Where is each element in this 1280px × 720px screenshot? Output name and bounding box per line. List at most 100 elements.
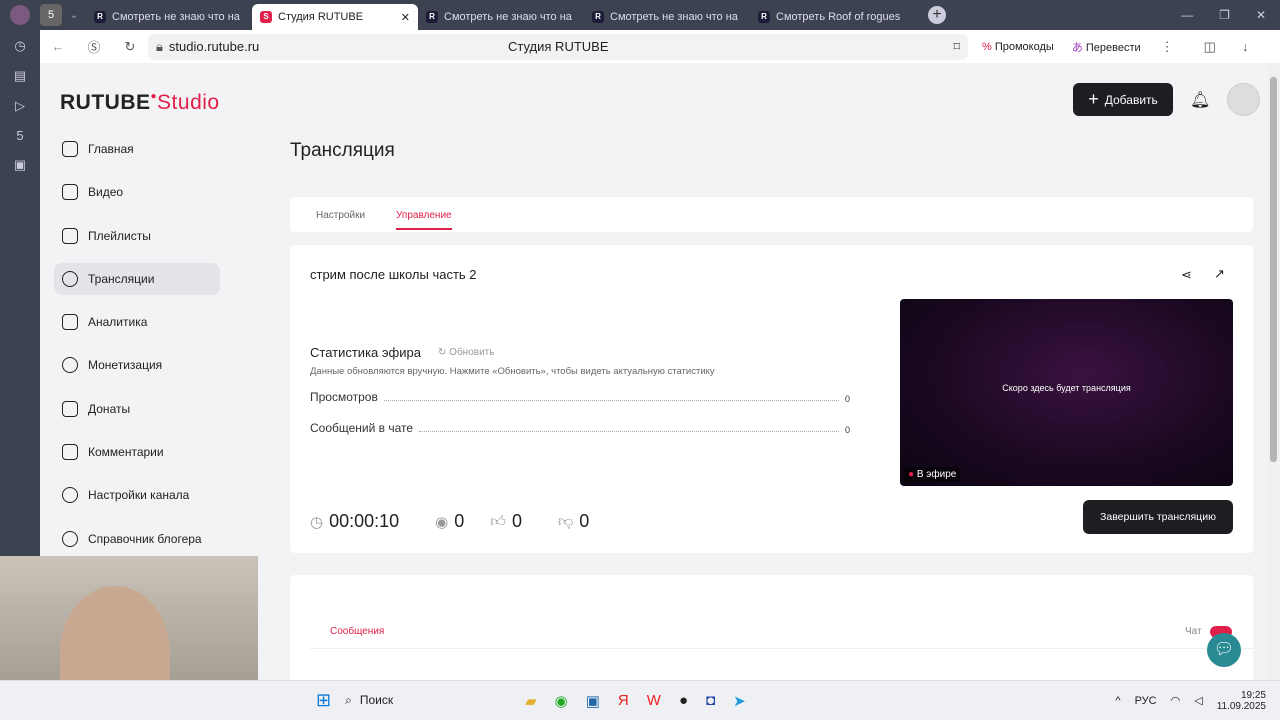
refresh-icon: ↻ bbox=[438, 347, 447, 358]
notes-icon[interactable]: ▤ bbox=[14, 68, 26, 84]
app-icon[interactable]: ◉ bbox=[555, 692, 568, 710]
tray-chevron-icon[interactable]: ^ bbox=[1115, 695, 1120, 707]
tab-messages[interactable]: Сообщения bbox=[330, 626, 384, 637]
refresh-button[interactable]: ↻ Обновить bbox=[438, 347, 494, 358]
download-icon[interactable]: ↓ bbox=[1242, 39, 1249, 54]
plus-icon: + bbox=[1088, 89, 1099, 109]
profile-avatar[interactable] bbox=[0, 5, 40, 25]
page-scrollbar[interactable] bbox=[1268, 63, 1280, 680]
browser-tab-active[interactable]: S Студия RUTUBE ✕ bbox=[252, 4, 418, 30]
viewers-icon: ◉ bbox=[435, 513, 449, 531]
browser-tab[interactable]: R Смотреть не знаю что на bbox=[584, 4, 750, 30]
maximize-icon[interactable]: ❐ bbox=[1219, 8, 1230, 22]
reload-icon[interactable]: ↻ bbox=[112, 39, 148, 55]
taskbar: ⊞ ⌕ Поиск ▰ ◉ ▣ Я W ● ◘ ➤ ^ РУС ◠ ◁ 19:25 11.09.20… bbox=[0, 680, 1280, 720]
search-icon: ⌕ bbox=[345, 693, 352, 707]
chevron-down-icon[interactable]: ⌄ bbox=[62, 10, 86, 21]
play-icon[interactable]: ▷ bbox=[15, 98, 25, 114]
stat-chat-messages: Сообщений в чате 0 bbox=[310, 421, 850, 435]
external-link-icon[interactable]: ↗ bbox=[1214, 266, 1225, 282]
new-tab-button[interactable]: + bbox=[928, 6, 946, 24]
sidebar-item-donations[interactable]: Донаты bbox=[54, 393, 220, 425]
tab-settings[interactable]: Настройки bbox=[316, 210, 365, 221]
yandex-icon[interactable]: Ⓢ bbox=[76, 37, 112, 56]
close-tab-icon[interactable]: ✕ bbox=[401, 11, 410, 24]
add-button[interactable]: + Добавить bbox=[1073, 83, 1173, 116]
stats-note: Данные обновляются вручную. Нажмите «Обн… bbox=[310, 366, 715, 377]
sidebar-item-analytics[interactable]: Аналитика bbox=[54, 306, 220, 338]
stat-views: Просмотров 0 bbox=[310, 390, 850, 404]
bell-icon[interactable]: 🔔︎ bbox=[1190, 90, 1210, 110]
close-window-icon[interactable]: ✕ bbox=[1256, 8, 1266, 22]
address-bar: ← Ⓢ ↻ 🔒︎ studio.rutube.ru Студия RUTUBE … bbox=[40, 30, 1280, 63]
language-indicator[interactable]: РУС bbox=[1135, 695, 1157, 707]
rutube-favicon: R bbox=[758, 11, 770, 23]
back-icon[interactable]: ← bbox=[40, 39, 76, 54]
chat-card: Сообщения Чат bbox=[290, 575, 1253, 685]
extensions-icon[interactable]: ◫ bbox=[1204, 39, 1216, 55]
stats-title: Статистика эфира bbox=[310, 345, 421, 360]
promo-button[interactable]: % Промокоды bbox=[982, 41, 1054, 53]
wifi-icon[interactable]: ◠ bbox=[1171, 694, 1181, 707]
support-chat-button[interactable]: 💬︎ bbox=[1207, 633, 1241, 667]
broadcast-icon bbox=[62, 270, 78, 287]
stream-metrics: ◷ 00:00:10 ◉ 0 👍︎ 0 👎︎ 0 bbox=[310, 511, 590, 531]
translate-button[interactable]: あ Перевести bbox=[1072, 39, 1141, 55]
taskbar-search[interactable]: ⌕ Поиск bbox=[345, 693, 465, 708]
share-icon[interactable]: ⋖ bbox=[1181, 267, 1192, 283]
app-icon[interactable]: 5 bbox=[16, 128, 23, 143]
app-icon[interactable]: ● bbox=[679, 692, 688, 710]
history-icon[interactable]: ◷ bbox=[14, 38, 25, 54]
sidebar-item-channel-settings[interactable]: Настройки канала bbox=[54, 479, 220, 511]
home-icon bbox=[62, 141, 78, 157]
store-icon[interactable]: ▣ bbox=[586, 692, 600, 710]
sidebar-item-playlists[interactable]: Плейлисты bbox=[54, 220, 220, 252]
rutube-favicon: R bbox=[94, 11, 106, 23]
menu-icon[interactable]: ⋮ bbox=[1161, 39, 1174, 55]
sidebar-item-blogger-guide[interactable]: Справочник блогера bbox=[54, 523, 220, 555]
clock[interactable]: 19:25 11.09.2025 bbox=[1217, 690, 1266, 712]
gallery-icon[interactable]: ▣ bbox=[14, 157, 26, 173]
files-icon[interactable]: ▰ bbox=[525, 692, 537, 710]
end-stream-button[interactable]: Завершить трансляцию bbox=[1083, 500, 1233, 534]
sidebar-item-home[interactable]: Главная bbox=[54, 133, 220, 165]
dislike-icon: 👎︎ bbox=[557, 512, 574, 530]
page-title: Трансляция bbox=[290, 140, 395, 161]
yandex-browser-icon[interactable]: Я bbox=[618, 692, 629, 710]
like-icon: 👍︎ bbox=[490, 512, 506, 530]
url-field[interactable]: 🔒︎ studio.rutube.ru Студия RUTUBE ⌑ bbox=[148, 33, 968, 60]
stream-preview[interactable]: Скоро здесь будет трансляция ● В эфире bbox=[900, 299, 1233, 486]
tab-group-button[interactable]: 5 bbox=[40, 4, 62, 26]
app-icon[interactable]: ◘ bbox=[706, 692, 715, 710]
wallet-icon bbox=[62, 400, 78, 417]
tab-management[interactable]: Управление bbox=[396, 210, 452, 230]
playlist-icon bbox=[62, 227, 78, 244]
sidebar-item-monetization[interactable]: Монетизация bbox=[54, 349, 220, 381]
stream-timer: 00:00:10 bbox=[329, 511, 400, 531]
rutube-favicon: R bbox=[592, 11, 604, 23]
browser-tab[interactable]: R Смотреть не знаю что на bbox=[418, 4, 584, 30]
browser-tab-bar: 5 ⌄ R Смотреть не знаю что на S Студия RUT… bbox=[0, 0, 1280, 30]
minimize-icon[interactable]: — bbox=[1181, 8, 1193, 22]
volume-icon[interactable]: ◁ bbox=[1194, 694, 1202, 707]
video-icon bbox=[62, 184, 78, 201]
stream-card: стрим после школы часть 2 ⋖ ↗ Статистика… bbox=[290, 245, 1253, 553]
ruble-icon bbox=[62, 357, 78, 374]
lock-icon: 🔒︎ bbox=[156, 38, 163, 54]
sidebar-item-streams[interactable]: Трансляции bbox=[54, 262, 220, 295]
sidebar-item-video[interactable]: Видео bbox=[54, 176, 220, 208]
browser-tab[interactable]: R Смотреть Roof of rogues bbox=[750, 4, 916, 30]
preview-text: Скоро здесь будет трансляция bbox=[1002, 383, 1131, 393]
windows-start-icon[interactable]: ⊞ bbox=[316, 690, 331, 711]
info-icon bbox=[62, 530, 78, 547]
wps-icon[interactable]: W bbox=[647, 692, 661, 710]
rutube-studio-logo[interactable]: RUTUBE●Studio bbox=[60, 91, 220, 115]
avatar[interactable] bbox=[1227, 83, 1260, 116]
chart-icon bbox=[62, 314, 78, 331]
comment-icon bbox=[62, 444, 78, 461]
bookmark-icon[interactable]: ⌑ bbox=[953, 39, 960, 55]
clock-icon: ◷ bbox=[310, 513, 324, 531]
telegram-icon[interactable]: ➤ bbox=[733, 692, 746, 710]
sidebar-item-comments[interactable]: Комментарии bbox=[54, 436, 220, 468]
browser-tab[interactable]: R Смотреть не знаю что на bbox=[86, 4, 252, 30]
